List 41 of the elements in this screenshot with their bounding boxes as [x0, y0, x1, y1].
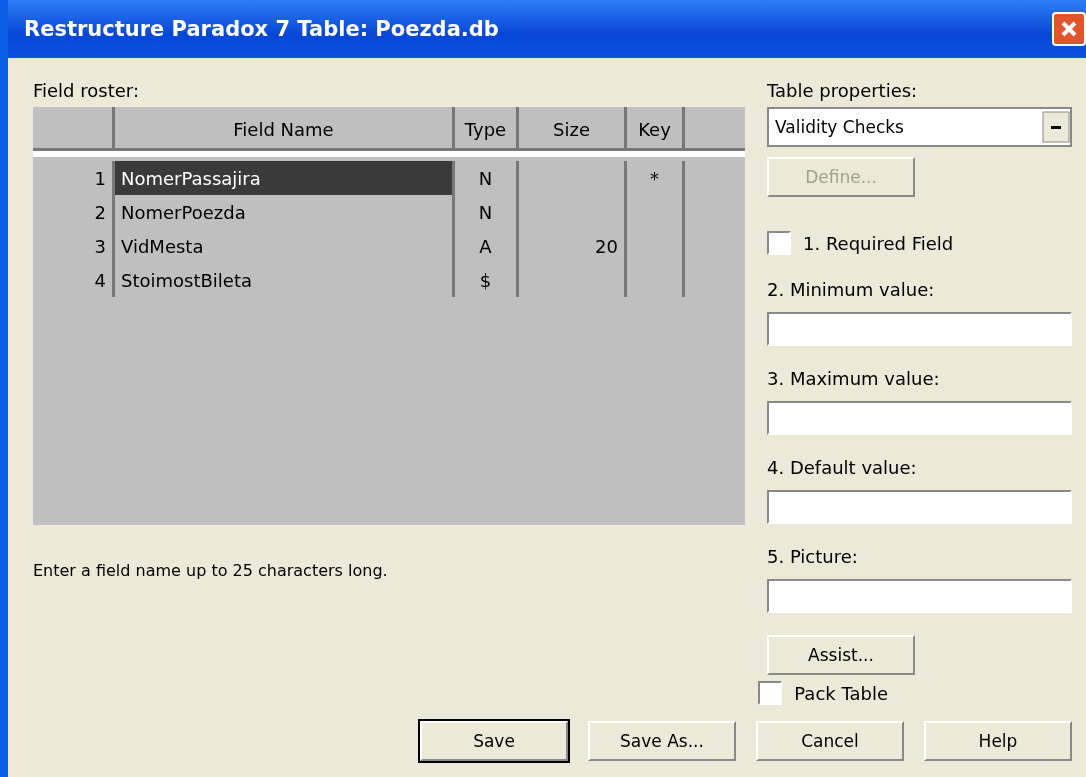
column-header: Field Name	[115, 107, 455, 151]
field-label: 3. Maximum value:	[767, 368, 941, 389]
type-cell: N	[455, 161, 519, 195]
assist-button[interactable]: Assist...	[767, 635, 915, 675]
field-name-cell[interactable]: NomerPassajira	[115, 161, 455, 195]
checkbox[interactable]	[767, 231, 791, 255]
input-field[interactable]	[767, 401, 1072, 435]
type-cell: N	[455, 195, 519, 229]
size-cell: 20	[519, 229, 627, 263]
type-cell: A	[455, 229, 519, 263]
type-cell: $	[455, 263, 519, 297]
pack-table-label: Pack Table	[794, 682, 888, 704]
field-label: 2. Minimum value:	[767, 279, 936, 300]
properties-label: Table properties:	[767, 80, 919, 101]
close-icon	[1060, 20, 1078, 38]
properties-dropdown[interactable]: Validity Checks	[767, 107, 1072, 147]
field-name-cell[interactable]: StoimostBileta	[115, 263, 455, 297]
column-header: Type	[455, 107, 519, 151]
dialog-button[interactable]: Help	[924, 721, 1072, 761]
required-field-label: 1. Required Field	[803, 232, 954, 254]
field-name-cell[interactable]: VidMesta	[115, 229, 455, 263]
input-field[interactable]	[767, 490, 1072, 524]
row-number: 2	[33, 195, 115, 229]
field-label: 5. Picture:	[767, 546, 859, 567]
column-header: Size	[519, 107, 627, 151]
close-button[interactable]	[1052, 12, 1086, 46]
column-header: Key	[627, 107, 685, 151]
input-field[interactable]	[767, 579, 1072, 613]
row-number: 4	[33, 263, 115, 297]
dialog-button[interactable]: Save As...	[588, 721, 736, 761]
key-cell: *	[627, 161, 685, 195]
roster-label: Field roster:	[33, 80, 140, 101]
input-field[interactable]	[767, 312, 1072, 346]
field-name-cell[interactable]: NomerPoezda	[115, 195, 455, 229]
dialog-button[interactable]: Cancel	[756, 721, 904, 761]
field-label: 4. Default value:	[767, 457, 918, 478]
row-number: 3	[33, 229, 115, 263]
hint-text: Enter a field name up to 25 characters long.	[33, 561, 389, 580]
window-title: Restructure Paradox 7 Table: Poezda.db	[24, 17, 499, 41]
dialog-button[interactable]: Save	[420, 721, 568, 761]
checkbox[interactable]	[758, 681, 783, 705]
